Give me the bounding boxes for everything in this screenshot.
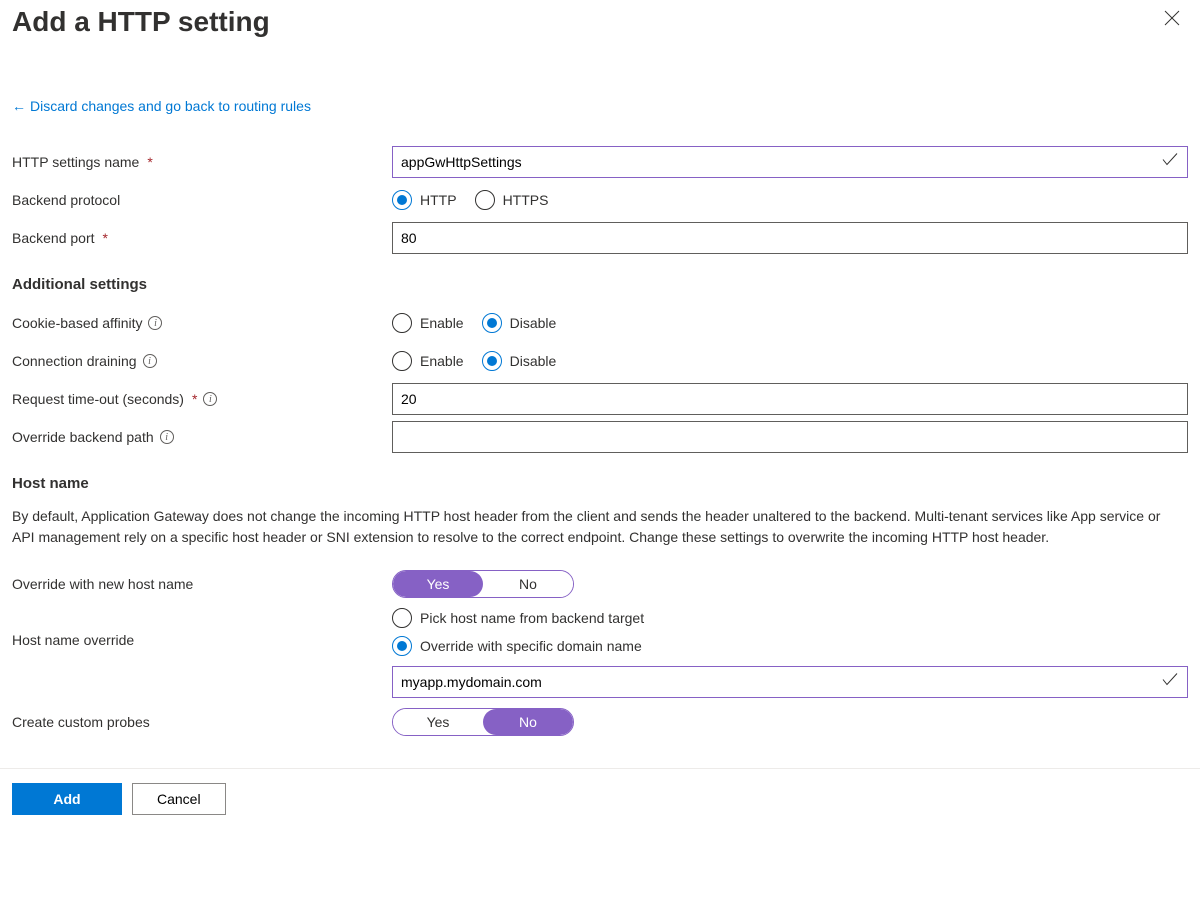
radio-label: Disable [510, 315, 557, 331]
radio-cookie-enable[interactable]: Enable [392, 313, 464, 333]
radio-icon [475, 190, 495, 210]
label-connection-draining: Connection draining [12, 353, 137, 369]
domain-name-input[interactable] [392, 666, 1188, 698]
label-cookie-affinity: Cookie-based affinity [12, 315, 142, 331]
radio-override-specific[interactable]: Override with specific domain name [392, 636, 1188, 656]
label-host-name-override: Host name override [12, 632, 134, 648]
heading-additional-settings: Additional settings [12, 276, 1188, 293]
close-icon[interactable] [1156, 6, 1188, 34]
label-create-custom-probes: Create custom probes [12, 714, 150, 730]
toggle-yes[interactable]: Yes [393, 571, 483, 597]
radio-icon [392, 608, 412, 628]
http-settings-name-input[interactable] [392, 146, 1188, 178]
label-override-new-host: Override with new host name [12, 576, 193, 592]
toggle-yes[interactable]: Yes [393, 709, 483, 735]
radio-label: Pick host name from backend target [420, 610, 644, 626]
radio-icon [392, 190, 412, 210]
label-override-backend-path: Override backend path [12, 429, 154, 445]
discard-link[interactable]: ←Discard changes and go back to routing … [12, 98, 311, 114]
required-asterisk: * [103, 230, 108, 246]
radio-icon [392, 636, 412, 656]
toggle-custom-probes[interactable]: Yes No [392, 708, 574, 736]
radio-cookie-disable[interactable]: Disable [482, 313, 557, 333]
info-icon[interactable]: i [160, 430, 174, 444]
required-asterisk: * [192, 391, 197, 407]
backend-port-input[interactable] [392, 222, 1188, 254]
cancel-button[interactable]: Cancel [132, 783, 226, 815]
required-asterisk: * [147, 154, 152, 170]
info-icon[interactable]: i [143, 354, 157, 368]
radio-icon [482, 351, 502, 371]
toggle-no[interactable]: No [483, 709, 573, 735]
radio-label: Enable [420, 353, 464, 369]
radio-label: HTTPS [503, 192, 549, 208]
toggle-override-host[interactable]: Yes No [392, 570, 574, 598]
override-backend-path-input[interactable] [392, 421, 1188, 453]
label-backend-port: Backend port [12, 230, 95, 246]
radio-label: Override with specific domain name [420, 638, 642, 654]
radio-http[interactable]: HTTP [392, 190, 457, 210]
radio-icon [392, 313, 412, 333]
add-button[interactable]: Add [12, 783, 122, 815]
radio-https[interactable]: HTTPS [475, 190, 549, 210]
radio-drain-disable[interactable]: Disable [482, 351, 557, 371]
radio-label: HTTP [420, 192, 457, 208]
radio-icon [482, 313, 502, 333]
info-icon[interactable]: i [203, 392, 217, 406]
radio-drain-enable[interactable]: Enable [392, 351, 464, 371]
info-icon[interactable]: i [148, 316, 162, 330]
heading-host-name: Host name [12, 475, 1188, 492]
radio-label: Disable [510, 353, 557, 369]
label-request-timeout: Request time-out (seconds) [12, 391, 184, 407]
radio-label: Enable [420, 315, 464, 331]
radio-pick-from-backend[interactable]: Pick host name from backend target [392, 608, 1188, 628]
radio-icon [392, 351, 412, 371]
label-http-settings-name: HTTP settings name [12, 154, 139, 170]
panel-title: Add a HTTP setting [12, 6, 270, 38]
label-backend-protocol: Backend protocol [12, 192, 120, 208]
host-name-description: By default, Application Gateway does not… [12, 506, 1162, 548]
request-timeout-input[interactable] [392, 383, 1188, 415]
arrow-left-icon: ← [12, 98, 26, 114]
toggle-no[interactable]: No [483, 571, 573, 597]
discard-text: Discard changes and go back to routing r… [30, 98, 311, 114]
